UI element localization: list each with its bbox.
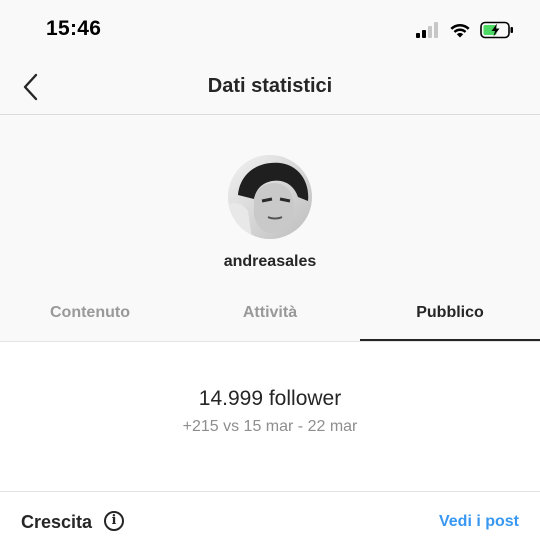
tab-pubblico[interactable]: Pubblico — [360, 293, 540, 341]
audience-summary: 14.999 follower +215 vs 15 mar - 22 mar — [0, 341, 540, 492]
avatar — [228, 155, 312, 239]
info-circle-icon[interactable]: i — [104, 511, 124, 531]
see-posts-link[interactable]: Vedi i post — [439, 513, 519, 531]
navigation-bar: Dati statistici — [0, 60, 540, 115]
battery-charging-icon — [480, 21, 513, 39]
cellular-signal-icon — [416, 22, 438, 38]
insights-tabs: Contenuto Attività Pubblico — [0, 293, 540, 341]
status-time: 15:46 — [46, 17, 102, 40]
growth-section-header: Crescita i Vedi i post — [0, 491, 540, 541]
status-bar: 15:46 — [0, 0, 540, 60]
wifi-icon — [450, 24, 470, 38]
tab-contenuto[interactable]: Contenuto — [0, 293, 180, 341]
growth-title: Crescita — [21, 512, 93, 532]
followers-count: 14.999 follower — [198, 387, 342, 410]
page-title: Dati statistici — [207, 75, 333, 97]
status-icons — [416, 19, 514, 41]
username: andreasales — [223, 253, 317, 270]
profile-header: andreasales Contenuto Attività Pubblico — [0, 115, 540, 341]
followers-delta: +215 vs 15 mar - 22 mar — [182, 418, 358, 435]
tab-attivita[interactable]: Attività — [180, 293, 360, 341]
